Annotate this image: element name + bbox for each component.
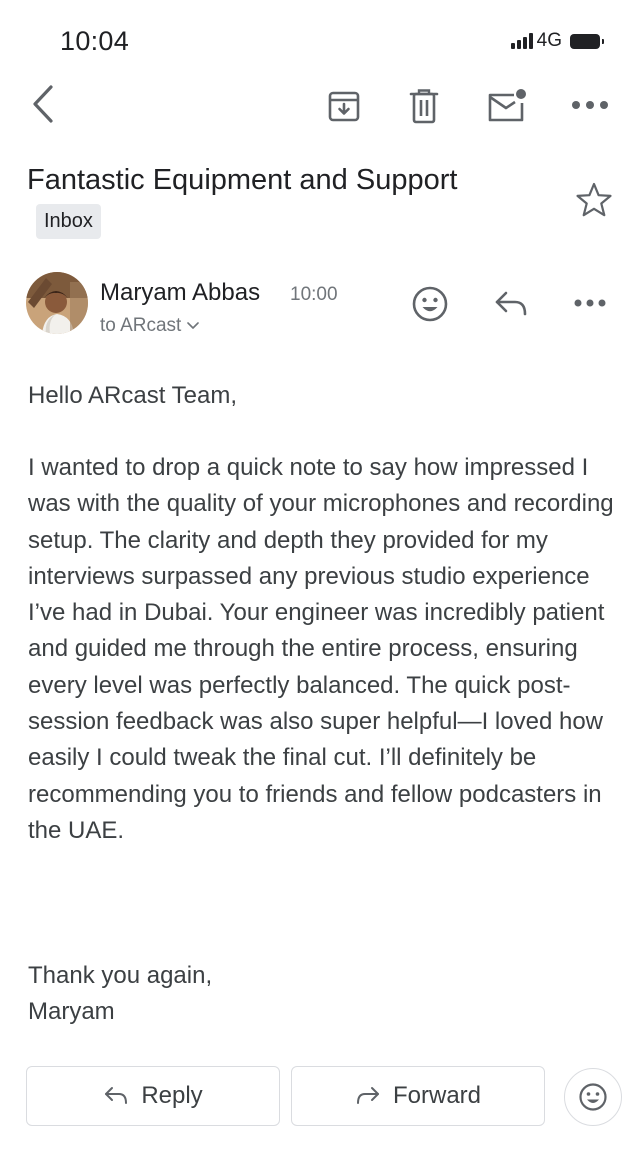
delete-button[interactable] bbox=[404, 86, 444, 126]
back-button[interactable] bbox=[22, 84, 62, 124]
battery-icon bbox=[570, 33, 604, 49]
react-emoji-button[interactable] bbox=[564, 1068, 622, 1126]
sender-name: Maryam Abbas bbox=[100, 279, 261, 306]
star-icon bbox=[576, 182, 612, 217]
more-horizontal-icon bbox=[574, 299, 606, 307]
inbox-label-badge[interactable]: Inbox bbox=[36, 204, 101, 239]
recipient-details-toggle[interactable]: to ARcast bbox=[100, 315, 200, 337]
archive-icon bbox=[328, 91, 360, 122]
chevron-left-icon bbox=[33, 85, 53, 123]
chevron-down-icon bbox=[187, 322, 200, 329]
reply-icon-button[interactable] bbox=[488, 284, 534, 324]
email-greeting: Hello ARcast Team, bbox=[28, 382, 237, 409]
reply-button[interactable]: Reply bbox=[26, 1066, 280, 1126]
trash-icon bbox=[409, 89, 439, 124]
sender-avatar[interactable] bbox=[26, 272, 88, 334]
message-more-button[interactable] bbox=[570, 292, 610, 314]
more-horizontal-icon bbox=[572, 101, 608, 109]
status-time: 10:04 bbox=[60, 26, 130, 56]
status-indicators: 4G bbox=[510, 30, 604, 52]
smiley-icon bbox=[579, 1083, 607, 1111]
network-label: 4G bbox=[536, 30, 562, 51]
recipient-line: to ARcast bbox=[100, 315, 182, 336]
more-options-button[interactable] bbox=[568, 92, 612, 118]
email-closing: Thank you again, bbox=[28, 962, 213, 989]
email-time: 10:00 bbox=[290, 284, 338, 305]
reply-icon bbox=[105, 1087, 128, 1104]
mark-unread-button[interactable] bbox=[484, 84, 530, 126]
forward-icon bbox=[356, 1087, 379, 1104]
reply-icon bbox=[495, 291, 527, 316]
email-signature: Maryam bbox=[28, 998, 115, 1025]
smiley-icon bbox=[412, 286, 448, 322]
mark-unread-icon bbox=[488, 89, 526, 122]
add-reaction-button[interactable] bbox=[408, 282, 452, 326]
forward-button[interactable]: Forward bbox=[291, 1066, 545, 1126]
email-body-paragraph: I wanted to drop a quick note to say how… bbox=[28, 454, 614, 844]
archive-button[interactable] bbox=[322, 86, 366, 126]
forward-button-label: Forward bbox=[392, 1082, 482, 1109]
reply-button-label: Reply bbox=[141, 1082, 203, 1109]
email-subject: Fantastic Equipment and Support bbox=[27, 164, 458, 196]
signal-icon bbox=[510, 33, 533, 49]
star-button[interactable] bbox=[572, 180, 616, 220]
